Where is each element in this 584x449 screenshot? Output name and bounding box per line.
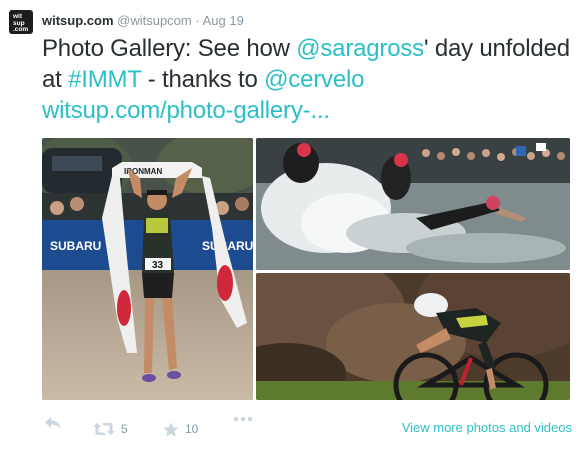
star-icon — [163, 422, 179, 436]
more-button[interactable] — [233, 416, 253, 422]
photo-finish-line[interactable]: SUBARU SUBARU IRONMAN 33 — [42, 138, 253, 400]
more-icon — [233, 416, 253, 422]
hashtag-immt[interactable]: #IMMT — [68, 66, 141, 93]
tweet-text-part-3: - thanks to — [141, 66, 265, 93]
retweet-count: 5 — [121, 422, 128, 436]
cyclist-image — [256, 273, 570, 400]
bib-number: 33 — [152, 260, 164, 271]
separator: · — [195, 13, 200, 28]
reply-icon — [45, 417, 61, 429]
favorite-count: 10 — [185, 422, 199, 436]
avatar[interactable]: wit sup .com — [9, 10, 33, 34]
tweet-url-link[interactable]: witsup.com/photo-gallery-... — [42, 97, 330, 124]
retweet-icon — [93, 423, 115, 435]
tweet-text-part-1: Photo Gallery: See how — [42, 35, 297, 62]
favorite-button[interactable]: 10 — [163, 416, 198, 442]
timestamp[interactable]: Aug 19 — [203, 13, 244, 28]
tweet: wit sup .com witsup.com @witsupcom · Aug… — [0, 0, 584, 449]
handle[interactable]: @witsupcom — [117, 13, 192, 28]
view-more-photos-link[interactable]: View more photos and videos — [402, 417, 572, 439]
sponsor-board-text: SUBARU — [50, 239, 101, 253]
display-name[interactable]: witsup.com — [42, 13, 114, 28]
swim-start-image — [256, 138, 570, 270]
mention-cervelo[interactable]: @cervelo — [264, 66, 364, 93]
photo-cyclist[interactable] — [256, 273, 570, 400]
media-grid: SUBARU SUBARU IRONMAN 33 — [42, 138, 570, 400]
retweet-button[interactable]: 5 — [93, 416, 128, 442]
mention-saragross[interactable]: @saragross — [296, 35, 424, 62]
finish-line-image: SUBARU SUBARU IRONMAN 33 — [42, 138, 253, 400]
reply-button[interactable] — [44, 416, 62, 430]
tweet-text: Photo Gallery: See how @saragross' day u… — [42, 33, 582, 126]
tweet-header: witsup.com @witsupcom · Aug 19 — [42, 13, 244, 29]
photo-swim-start[interactable] — [256, 138, 570, 270]
avatar-line-3: .com — [13, 26, 29, 33]
